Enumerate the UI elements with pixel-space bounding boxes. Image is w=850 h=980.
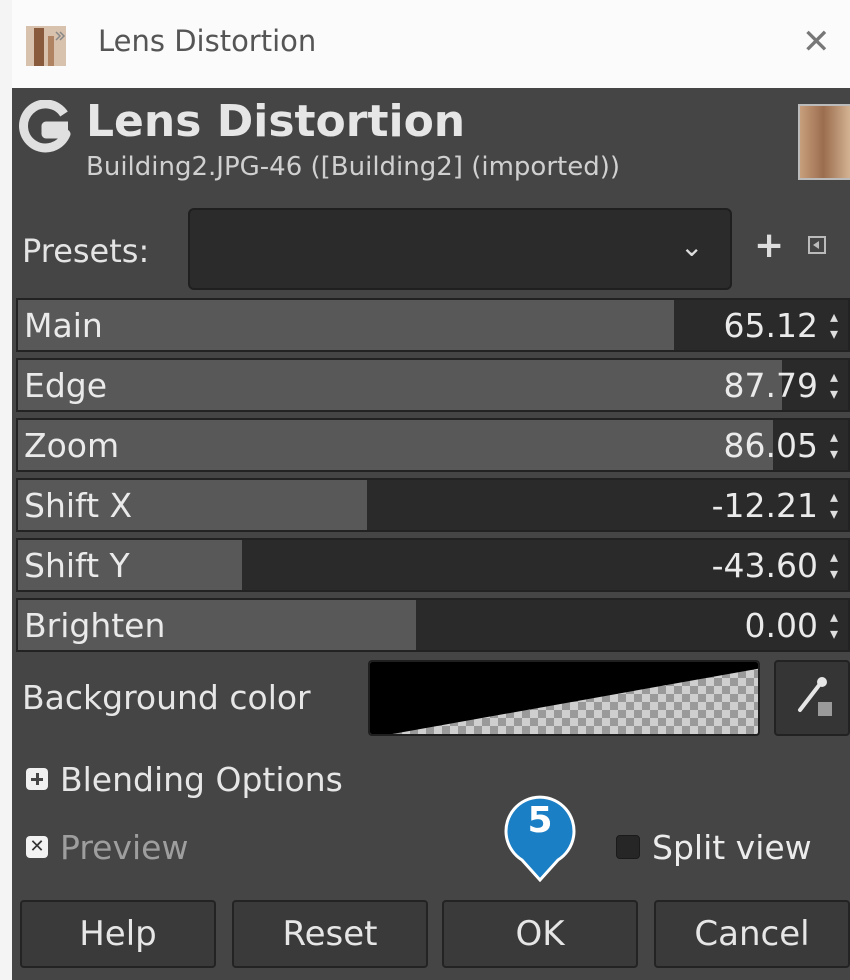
background-color-label: Background color <box>22 678 311 717</box>
add-preset-icon[interactable]: + <box>754 226 784 266</box>
slider-value: 0.00 <box>744 606 818 645</box>
preview-toggle[interactable]: ✕ Preview <box>26 828 188 867</box>
slider-fill <box>18 420 774 470</box>
close-icon[interactable]: ✕ <box>802 22 831 62</box>
image-preview-thumbnail <box>798 104 850 180</box>
eyedropper-icon <box>798 677 832 716</box>
cancel-button[interactable]: Cancel <box>654 900 850 968</box>
shift-x-slider[interactable]: Shift X -12.21 ▴ ▾ <box>16 478 850 532</box>
presets-menu-icon[interactable] <box>808 236 826 254</box>
blending-options-expander[interactable]: Blending Options <box>26 760 343 799</box>
callout-badge: 5 <box>496 794 584 883</box>
swatch-color-fill <box>370 662 758 734</box>
slider-value: 87.79 <box>723 366 818 405</box>
dialog-title: Lens Distortion <box>86 96 466 147</box>
split-view-checkbox[interactable] <box>616 834 640 859</box>
slider-label: Shift Y <box>24 546 130 585</box>
slider-fill <box>18 300 674 350</box>
slider-label: Shift X <box>24 486 133 525</box>
expand-plus-icon <box>26 767 48 790</box>
brighten-slider[interactable]: Brighten 0.00 ▴ ▾ <box>16 598 850 652</box>
chevron-down-icon: ⌄ <box>680 230 704 263</box>
slider-label: Edge <box>24 366 108 405</box>
slider-value: -12.21 <box>711 486 818 525</box>
reset-button[interactable]: Reset <box>232 900 428 968</box>
presets-label: Presets: <box>22 232 150 270</box>
slider-label: Brighten <box>24 606 166 645</box>
background-color-swatch[interactable] <box>368 660 760 736</box>
spin-arrows-icon[interactable]: ▴ ▾ <box>824 608 844 642</box>
slider-fill <box>18 360 782 410</box>
spin-arrows-icon[interactable]: ▴ ▾ <box>824 548 844 582</box>
color-picker-button[interactable] <box>774 660 850 736</box>
spin-arrows-icon[interactable]: ▴ ▾ <box>824 488 844 522</box>
preview-label: Preview <box>60 828 189 867</box>
slider-value: 86.05 <box>723 426 818 465</box>
presets-combo[interactable]: ⌄ <box>188 208 732 290</box>
gimp-logo-icon <box>19 100 71 153</box>
swatch-opaque-area <box>370 662 758 734</box>
slider-group: Main 65.12 ▴ ▾ Edge 87.79 ▴ ▾ Zoom 86.05 ▴… <box>16 298 850 658</box>
spin-arrows-icon[interactable]: ▴ ▾ <box>824 368 844 402</box>
slider-label: Zoom <box>24 426 120 465</box>
spin-arrows-icon[interactable]: ▴ ▾ <box>824 308 844 342</box>
callout-number: 5 <box>527 800 553 841</box>
image-thumbnail-icon <box>26 26 66 66</box>
lens-distortion-dialog: Lens Distortion Building2.JPG-46 ([Build… <box>12 88 850 980</box>
blending-options-label: Blending Options <box>60 760 343 799</box>
help-button[interactable]: Help <box>20 900 216 968</box>
edge-slider[interactable]: Edge 87.79 ▴ ▾ <box>16 358 850 412</box>
shift-y-slider[interactable]: Shift Y -43.60 ▴ ▾ <box>16 538 850 592</box>
split-view-label: Split view <box>652 828 812 867</box>
slider-value: -43.60 <box>711 546 818 585</box>
spin-arrows-icon[interactable]: ▴ ▾ <box>824 428 844 462</box>
preview-checkbox[interactable]: ✕ <box>26 835 48 858</box>
image-subtitle: Building2.JPG-46 ([Building2] (imported)… <box>86 152 620 182</box>
ok-button[interactable]: OK <box>442 900 638 968</box>
slider-value: 65.12 <box>723 306 818 345</box>
dialog-button-row: Help Reset OK Cancel <box>20 900 850 970</box>
slider-label: Main <box>24 306 103 345</box>
zoom-slider[interactable]: Zoom 86.05 ▴ ▾ <box>16 418 850 472</box>
window-titlebar: Lens Distortion ✕ <box>12 0 850 89</box>
window-title: Lens Distortion <box>98 24 317 58</box>
main-slider[interactable]: Main 65.12 ▴ ▾ <box>16 298 850 352</box>
split-view-toggle[interactable]: Split view <box>616 828 812 867</box>
